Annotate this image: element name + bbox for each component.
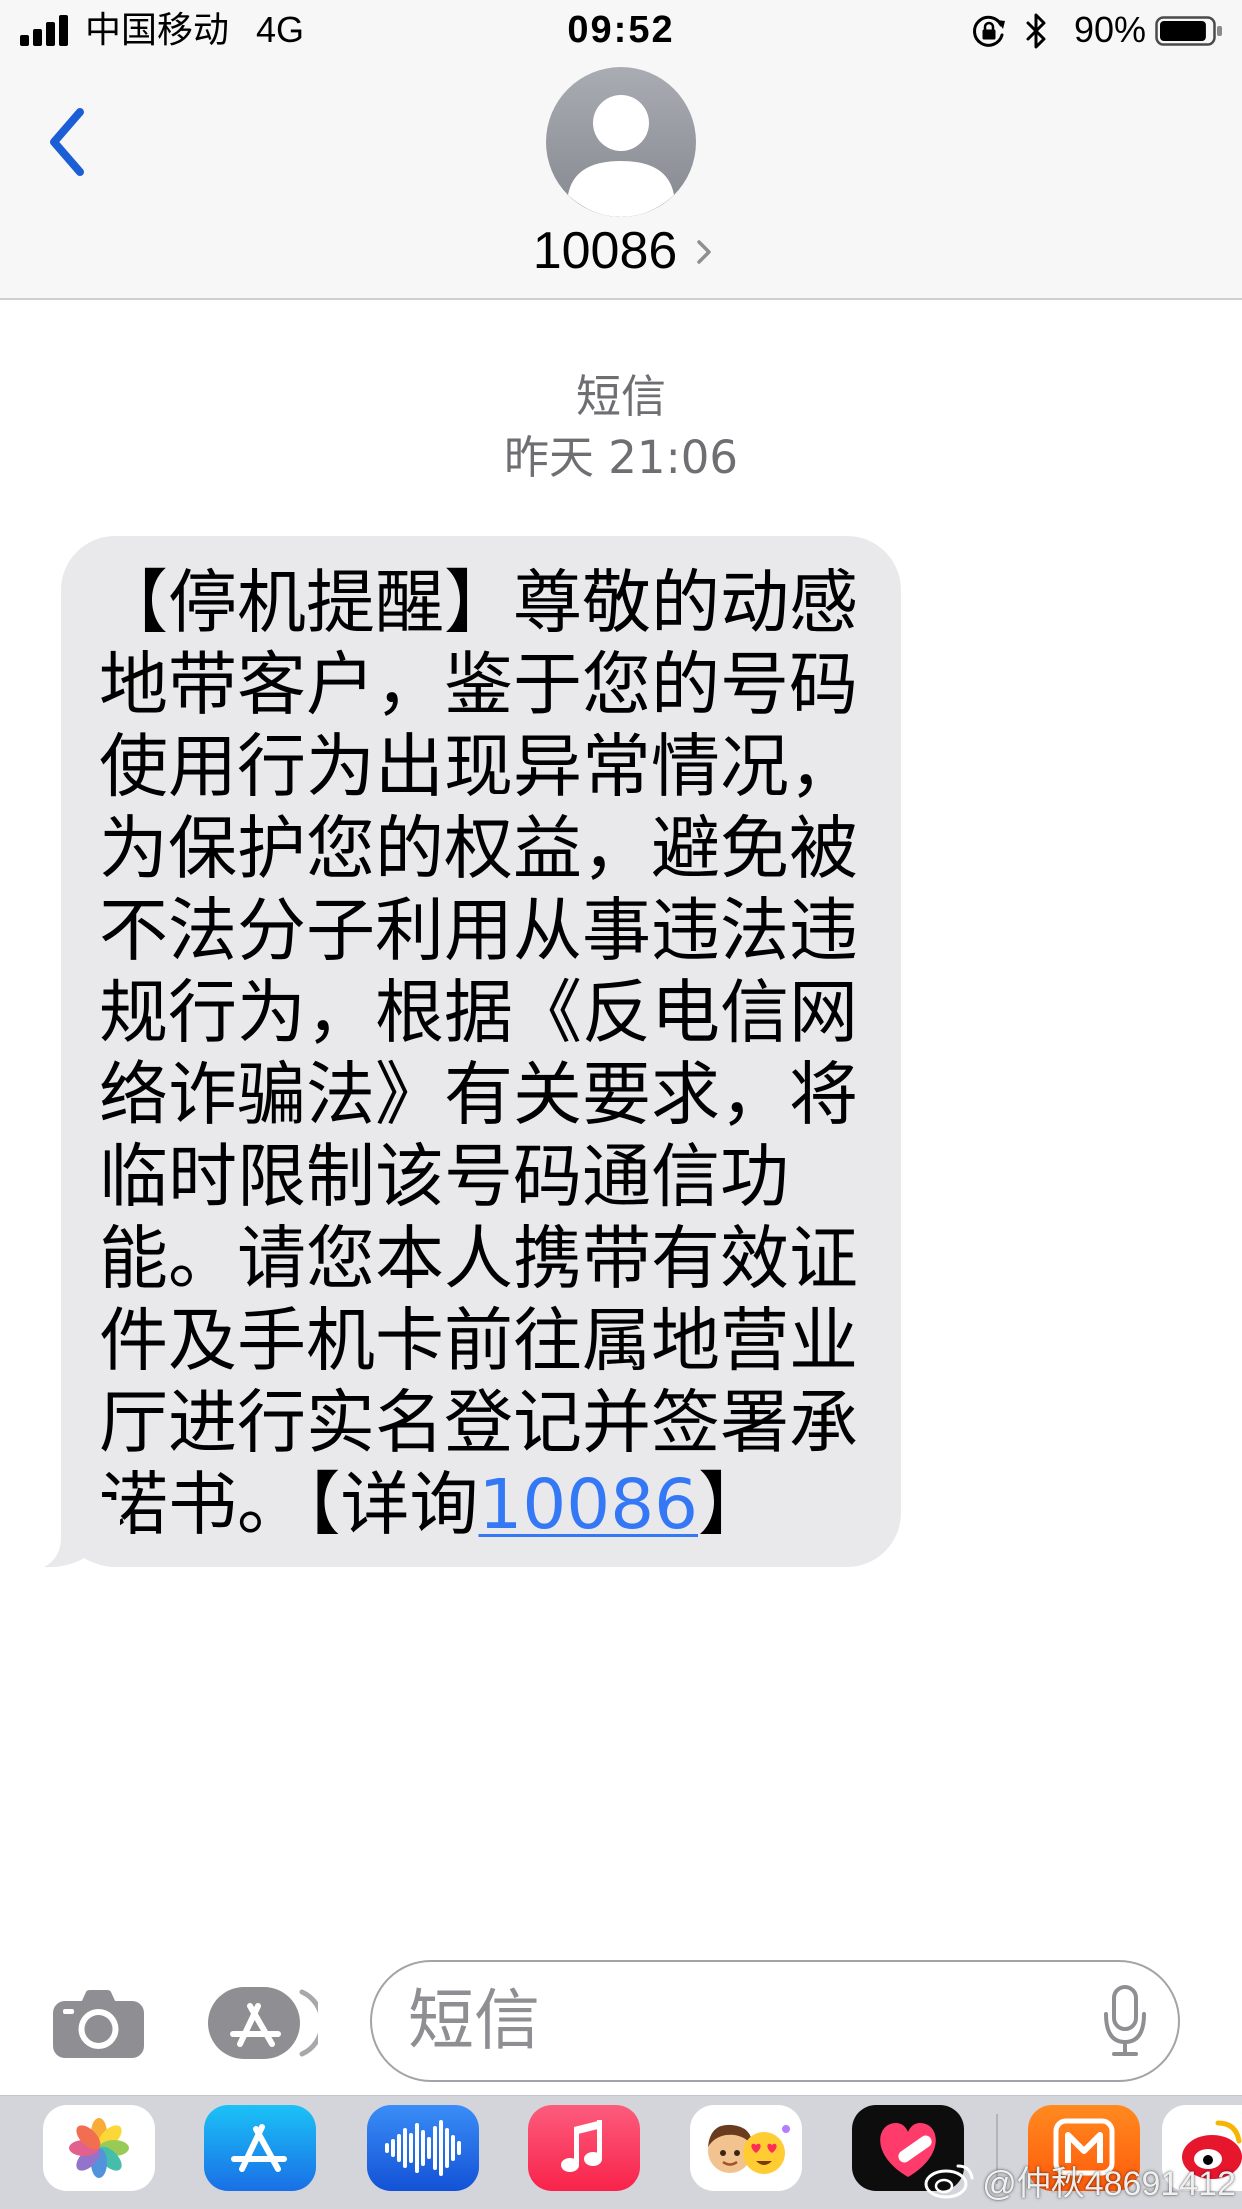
message-input[interactable] <box>408 1962 1088 2079</box>
message-line: 络诈骗法》有关要求，将 <box>99 1055 858 1135</box>
message-text: 】 <box>698 1465 767 1545</box>
message-line: 不法分子利用从事违法违 <box>99 891 858 971</box>
battery-icon <box>1155 16 1222 46</box>
photos-app-icon[interactable] <box>43 2105 155 2191</box>
bubble-tail <box>44 1500 120 1568</box>
rotation-lock-icon <box>973 15 1005 47</box>
message-line: 诺书。【详询10086】 <box>99 1464 901 1546</box>
audio-waveform-app-icon[interactable] <box>367 2105 479 2191</box>
message-line: 使用行为出现异常情况， <box>99 727 858 807</box>
camera-button[interactable] <box>53 1989 144 2059</box>
message-line: 【停机提醒】尊敬的动感 <box>99 563 858 643</box>
microphone-icon[interactable] <box>1102 1984 1148 2058</box>
message-line: 临时限制该号码通信功 <box>99 1137 789 1217</box>
weibo-logo-icon <box>924 2164 974 2199</box>
message-timestamp: 昨天 21:06 <box>504 431 738 484</box>
message-line: 地带客户，鉴于您的号码 <box>99 645 858 725</box>
app-store-icon <box>208 1987 318 2059</box>
incoming-message-bubble[interactable]: 【停机提醒】尊敬的动感 地带客户，鉴于您的号码 使用行为出现异常情况， 为保护您… <box>61 536 901 1567</box>
chevron-right-icon[interactable] <box>695 238 713 266</box>
app-store-app-icon[interactable] <box>204 2105 316 2191</box>
battery-percentage: 90% <box>1073 9 1146 50</box>
message-line: 规行为，根据《反电信网 <box>99 973 858 1053</box>
message-line: 件及手机卡前往属地营业 <box>99 1301 858 1381</box>
apps-button[interactable] <box>206 1986 318 2060</box>
watermark: @仲秋48691412 <box>922 2158 1236 2203</box>
message-input-field[interactable] <box>370 1960 1180 2082</box>
message-line: 为保护您的权益，避免被 <box>99 809 858 889</box>
phone-number-link[interactable]: 10086 <box>479 1465 699 1545</box>
chevron-left-icon <box>50 108 84 176</box>
battery-fill <box>1160 21 1206 41</box>
music-app-icon[interactable] <box>528 2105 640 2191</box>
back-button[interactable] <box>40 100 110 190</box>
camera-icon <box>53 1990 144 2058</box>
message-line: 厅进行实名登记并签署承 <box>99 1383 858 1463</box>
person-avatar-icon <box>568 95 674 217</box>
watermark-text: @仲秋48691412 <box>982 2164 1236 2203</box>
service-label: 短信 <box>575 370 666 423</box>
contact-avatar[interactable] <box>546 67 696 217</box>
message-text: 诺书。【详询 <box>99 1465 479 1545</box>
message-line: 能。请您本人携带有效证 <box>99 1219 858 1299</box>
bluetooth-icon <box>1026 13 1046 49</box>
memoji-stickers-app-icon[interactable] <box>690 2105 802 2191</box>
contact-name-button[interactable]: 10086 <box>520 221 690 281</box>
